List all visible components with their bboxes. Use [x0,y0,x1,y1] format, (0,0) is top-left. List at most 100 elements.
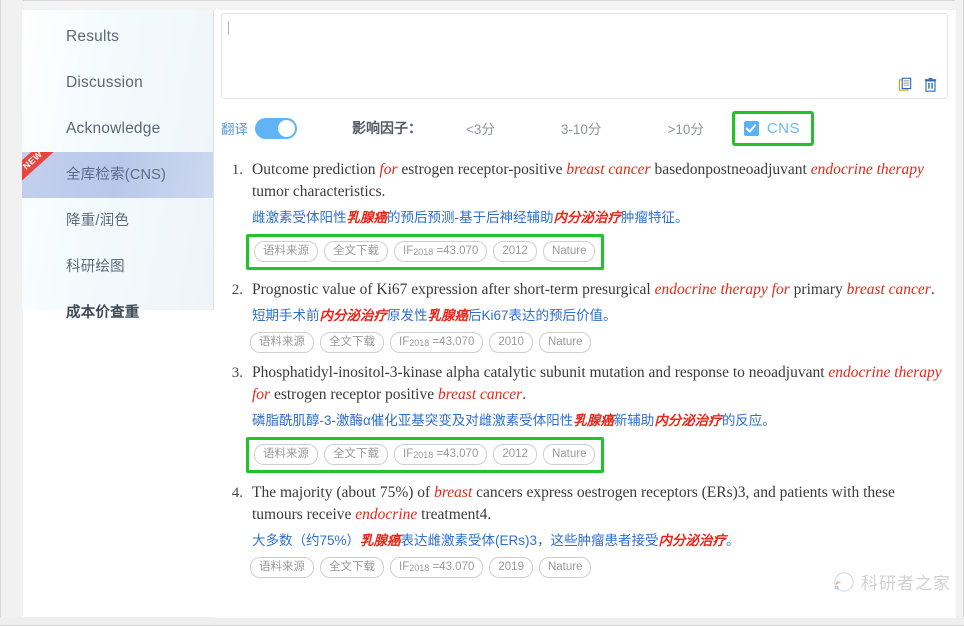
sidebar-item-5[interactable]: 科研绘图 [22,244,213,290]
title-keyword: endocrine therapy [810,161,924,178]
tag-0[interactable]: 语料来源 [250,332,314,353]
translation-text: 的反应。 [721,413,776,428]
filter-if-under3[interactable]: <3分 [466,118,495,138]
title-keyword: breast cancer [566,161,651,178]
title-text: estrogen receptor-positive [397,161,567,178]
sidebar-item-label: 科研绘图 [66,259,125,275]
tag-1[interactable]: 全文下载 [320,332,384,353]
tag-4[interactable]: Nature [542,241,596,262]
impact-factor-label: 影响因子： [352,120,422,136]
sidebar-item-1[interactable]: Discussion [22,60,213,106]
tag-3[interactable]: 2010 [489,332,533,353]
translate-toggle[interactable] [255,117,297,139]
tag-4[interactable]: Nature [542,444,596,465]
filter-toolbar: 翻译 影响因子： <3分 3-10分 >10分 CNS [221,110,956,146]
cns-filter-checkbox[interactable]: CNS [731,110,815,146]
search-results-list: 1. Outcome prediction for estrogen recept… [221,159,956,578]
main-panel: 翻译 影响因子： <3分 3-10分 >10分 CNS 1. Outcome pr… [215,10,956,618]
title-keyword: breast [434,484,473,501]
translation-text: 原发性 [387,308,428,323]
tag-0[interactable]: 语料来源 [254,241,318,262]
tag-2[interactable]: IF2018 =43.070 [390,557,484,578]
copy-icon[interactable] [898,77,913,93]
tag-1[interactable]: 全文下载 [320,557,384,578]
sidebar-item-label: 降重/润色 [66,213,130,229]
translate-label: 翻译 [221,122,248,137]
translation-keyword: 乳腺癌 [427,308,469,323]
translation-text: 后Ki67表达的预后价值。 [468,308,617,323]
result-title[interactable]: The majority (about 75%) of breast cance… [252,482,946,526]
translation-keyword: 乳腺癌 [360,533,401,548]
result-translation: 磷脂酰肌醇-3-激酶α催化亚基突变及对雌激素受体阳性乳腺癌新辅助内分泌治疗的反应… [252,411,946,431]
tag-3[interactable]: 2012 [493,241,537,262]
title-keyword: breast cancer [437,386,523,403]
tag-3[interactable]: 2012 [493,444,537,465]
cns-label: CNS [766,119,801,137]
result-index: 2. [231,282,243,298]
result-title[interactable]: Phosphatidyl-inositol-3-kinase alpha cat… [252,362,946,406]
tag-2[interactable]: IF2018 =43.070 [394,444,488,465]
result-title[interactable]: Outcome prediction for estrogen receptor… [252,159,946,203]
tag-1[interactable]: 全文下载 [324,241,388,262]
result-item: 2. Prognostic value of Ki67 expression af… [221,279,946,353]
title-text: The majority (about 75%) of [252,484,435,501]
toggle-knob [278,119,295,137]
sidebar-item-6[interactable]: 成本价查重 [22,290,213,336]
result-tag-row: 语料来源 全文下载 IF2018 =43.070 2012 Nature [246,234,605,270]
title-keyword: endocrine [355,506,418,523]
result-translation: 大多数（约75%）乳腺癌表达雌激素受体(ERs)3，这些肿瘤患者接受内分泌治疗。 [252,531,946,551]
title-text: Phosphatidyl-inositol-3-kinase alpha cat… [252,364,829,381]
sidebar-item-2[interactable]: Acknowledge [22,106,213,152]
result-tag-row: 语料来源 全文下载 IF2018 =43.070 2019 Nature [250,557,946,578]
query-textarea[interactable] [221,13,948,99]
result-translation: 雌激素受体阳性乳腺癌的预后预测-基于后神经辅助内分泌治疗肿瘤特征。 [252,208,946,228]
sidebar-item-0[interactable]: Results [22,14,213,60]
trash-icon[interactable] [923,77,938,93]
sidebar-item-label: Results [66,28,120,45]
tag-0[interactable]: 语料来源 [254,444,318,465]
sidebar-item-label: 成本价查重 [66,305,140,321]
translation-text: 肿瘤特征。 [621,210,689,225]
editor-actions [898,77,938,93]
result-translation: 短期手术前内分泌治疗原发性乳腺癌后Ki67表达的预后价值。 [252,306,946,326]
translation-text: 的预后预测-基于后神经辅助 [387,210,554,225]
result-index: 4. [231,485,243,501]
checkbox-icon[interactable] [743,120,759,136]
title-text: primary [789,281,847,298]
title-keyword: endocrine therapy for [654,281,790,298]
tag-4[interactable]: Nature [538,557,592,578]
title-keyword: breast cancer [846,281,931,298]
translation-keyword: 乳腺癌 [573,413,614,428]
title-text: . [522,386,527,403]
sidebar-item-label: Acknowledge [66,120,161,137]
sidebar-item-3[interactable]: NEW 全库检索(CNS) [22,152,213,198]
result-title[interactable]: Prognostic value of Ki67 expression afte… [252,279,935,301]
translation-text: 。 [726,533,740,548]
title-text: estrogen receptor positive [270,386,438,403]
result-index: 1. [231,162,243,178]
translation-text: 磷脂酰肌醇-3-激酶α催化亚基突变及对雌激素受体阳性 [252,413,574,428]
title-keyword: for [379,161,398,178]
window-frame-right [955,0,964,626]
tag-2[interactable]: IF2018 =43.070 [390,332,484,353]
result-item: 3. Phosphatidyl-inositol-3-kinase alpha c… [221,362,946,473]
translation-text: 雌激素受体阳性 [252,210,347,225]
sidebar-item-4[interactable]: 降重/润色 [22,198,213,244]
tag-3[interactable]: 2019 [489,557,533,578]
new-badge: NEW [22,152,62,187]
translation-keyword: 内分泌治疗 [319,308,388,323]
filter-if-3to10[interactable]: 3-10分 [561,118,602,138]
filter-if-over10[interactable]: >10分 [667,118,703,138]
result-tag-row: 语料来源 全文下载 IF2018 =43.070 2012 Nature [246,437,605,473]
app-screenshot: Results Discussion Acknowledge NEW 全库检索(CNS)… [0,0,964,626]
translation-text: 大多数（约75%） [252,533,361,548]
tag-0[interactable]: 语料来源 [250,557,314,578]
result-index: 3. [231,365,243,381]
tag-2[interactable]: IF2018 =43.070 [394,241,488,262]
translation-keyword: 内分泌治疗 [658,533,727,548]
tag-1[interactable]: 全文下载 [324,444,388,465]
tag-4[interactable]: Nature [538,332,592,353]
translation-keyword: 内分泌治疗 [654,413,722,428]
window-frame-left [0,0,23,626]
title-text: tumor characteristics. [252,183,386,200]
